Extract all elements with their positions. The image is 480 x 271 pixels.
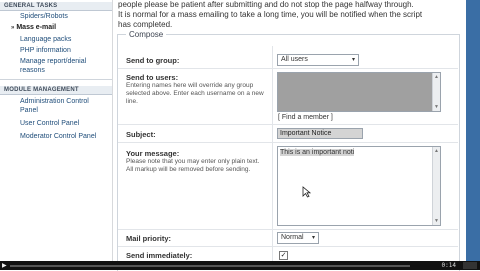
sidebar-general-tasks: GENERAL TASKS Spiders/Robots » Mass e-mai… xyxy=(0,0,112,80)
video-progress-track[interactable] xyxy=(10,265,410,267)
message-text: This is an important noti xyxy=(280,149,355,156)
sidebar-module-management: MODULE MANAGEMENT Administration Control… xyxy=(0,80,112,145)
sidebar-item-manage-reports[interactable]: Manage report/denial reasons xyxy=(0,56,112,76)
mouse-cursor-icon xyxy=(302,186,311,198)
scroll-down-icon[interactable]: ▼ xyxy=(434,104,439,110)
chevron-down-icon: ▾ xyxy=(311,235,315,241)
sidebar-item-php-information[interactable]: PHP information xyxy=(0,45,112,56)
row-divider xyxy=(118,229,458,230)
group-select[interactable]: All users ▾ xyxy=(277,54,359,66)
row-divider xyxy=(118,142,458,143)
chevron-down-icon: ▾ xyxy=(351,57,355,63)
sidebar-section-module: MODULE MANAGEMENT xyxy=(0,86,112,95)
message-label: Your message: xyxy=(126,149,180,158)
intro-line-2: It is normal for a mass emailing to take… xyxy=(118,10,423,19)
sidebar-item-acp[interactable]: Administration Control Panel xyxy=(0,95,112,116)
row-divider xyxy=(118,246,458,247)
priority-select-value: Normal xyxy=(281,234,304,241)
message-help: Please note that you may enter only plai… xyxy=(126,158,260,173)
sidebar-item-mcp[interactable]: Moderator Control Panel xyxy=(0,129,112,142)
window-edge xyxy=(466,0,480,261)
users-scrollbar[interactable]: ▲ ▼ xyxy=(432,73,440,111)
scroll-down-icon[interactable]: ▼ xyxy=(434,218,439,224)
column-divider xyxy=(272,46,273,270)
priority-select[interactable]: Normal ▾ xyxy=(277,232,319,244)
scroll-up-icon[interactable]: ▲ xyxy=(434,148,439,154)
sidebar-section-general: GENERAL TASKS xyxy=(0,2,112,11)
row-divider xyxy=(118,124,458,125)
immediate-label: Send immediately: xyxy=(126,251,193,260)
play-icon[interactable]: ▶ xyxy=(2,262,7,269)
find-member-link[interactable]: [ Find a member ] xyxy=(278,114,333,121)
compose-legend: Compose xyxy=(126,30,167,39)
subject-input[interactable]: Important Notice xyxy=(277,128,363,139)
group-label: Send to group: xyxy=(126,56,180,65)
sidebar-item-mass-email[interactable]: » Mass e-mail xyxy=(0,22,112,34)
group-select-value: All users xyxy=(281,56,308,63)
users-textarea[interactable]: ▲ ▼ xyxy=(277,72,441,112)
intro-line-1: people please be patient after submittin… xyxy=(118,0,414,9)
sidebar-item-ucp[interactable]: User Control Panel xyxy=(0,116,112,129)
video-time: 0:14 xyxy=(441,262,456,269)
priority-label: Mail priority: xyxy=(126,234,172,243)
sidebar: GENERAL TASKS Spiders/Robots » Mass e-mai… xyxy=(0,0,113,270)
intro-line-3: has completed. xyxy=(118,20,173,29)
video-controls: ▶ 0:14 xyxy=(0,261,480,270)
users-label: Send to users: xyxy=(126,73,179,82)
scroll-up-icon[interactable]: ▲ xyxy=(434,74,439,80)
users-help: Entering names here will override any gr… xyxy=(126,82,264,105)
intro-text: people please be patient after submittin… xyxy=(118,0,468,30)
arrow-icon: » xyxy=(11,25,15,31)
message-scrollbar[interactable]: ▲ ▼ xyxy=(432,147,440,225)
sidebar-item-language-packs[interactable]: Language packs xyxy=(0,34,112,45)
subject-label: Subject: xyxy=(126,130,156,139)
row-divider xyxy=(118,68,458,69)
fullscreen-icon[interactable] xyxy=(463,262,477,269)
sidebar-item-label: Mass e-mail xyxy=(16,24,57,31)
immediate-checkbox[interactable]: ✓ xyxy=(279,251,288,260)
sidebar-item-spiders[interactable]: Spiders/Robots xyxy=(0,11,112,22)
